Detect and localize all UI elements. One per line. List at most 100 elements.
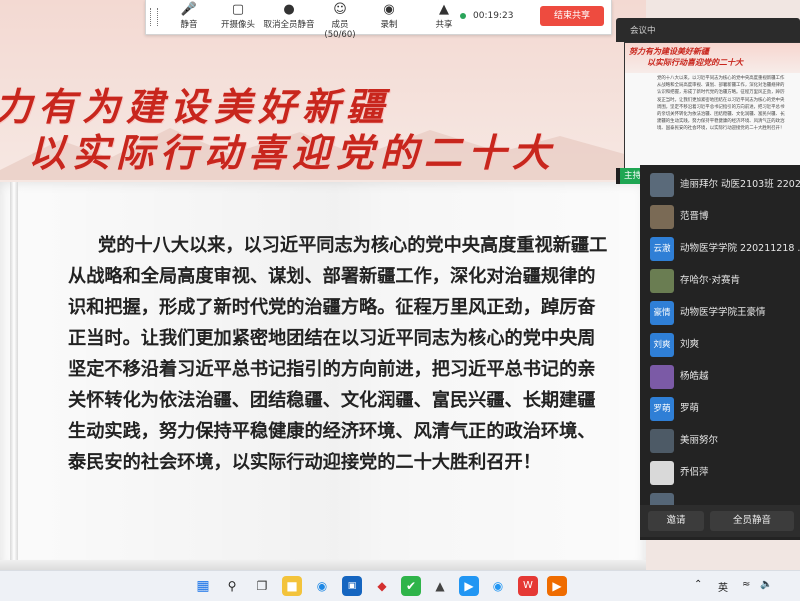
edge-browser-icon[interactable]: ◉	[312, 576, 332, 596]
wechat-icon[interactable]: ✔	[401, 576, 421, 596]
thumbnail-text: 党的十八大以来，以习近平同志为核心的党中央高度重视新疆工作， 从战略和全局高度审…	[657, 75, 785, 133]
banner-title-line2: 以实际行动喜迎党的二十大	[28, 130, 557, 175]
record-label: 录制	[380, 20, 398, 30]
slide-body-text: 党的十八大以来，以习近平同志为核心的党中央高度重视新疆工 从战略和全局高度审视、…	[68, 230, 646, 478]
camera-button[interactable]: ▢ 开摄像头	[218, 2, 258, 32]
participant-row[interactable]: 存哈尔·对赛肯	[640, 265, 800, 297]
shared-screen-thumbnail[interactable]: 努力有为建设美好新疆 以实际行动喜迎党的二十大 党的十八大以来，以习近平同志为核…	[624, 42, 800, 184]
participant-name: 刘爽	[680, 339, 700, 350]
participant-row[interactable]: 罗萌 罗萌	[640, 393, 800, 425]
avatar: 刘爽	[650, 333, 674, 357]
slide-banner: 力有为建设美好新疆 以实际行动喜迎党的二十大	[0, 62, 646, 182]
participant-row[interactable]: 杨皓越	[640, 361, 800, 393]
wps-icon[interactable]: W	[518, 576, 538, 596]
mute-all-button[interactable]: 全员静音	[710, 511, 794, 531]
shared-slide: 力有为建设美好新疆 以实际行动喜迎党的二十大 党的十八大以来，以习近平同志为核心…	[0, 0, 646, 570]
app-icon[interactable]: ◉	[488, 576, 508, 596]
avatar: 豪情	[650, 301, 674, 325]
participant-row[interactable]: 美丽努尔	[640, 425, 800, 457]
share-label: 共享	[435, 20, 453, 30]
invite-button[interactable]: 邀请	[648, 511, 704, 531]
camera-off-icon: ▢	[231, 2, 245, 17]
thumbnail-line: 发正当时。让我们更加紧密地团结在以习近平同志为核心的党中央	[657, 97, 785, 103]
end-share-button[interactable]: 结束共享	[540, 6, 604, 26]
participant-name: 美丽努尔	[680, 435, 719, 446]
record-icon: ◉	[383, 2, 395, 17]
page-edge	[0, 560, 646, 570]
participant-panel-footer: 邀请 全员静音	[640, 505, 800, 537]
participant-name: 存哈尔·对赛肯	[680, 275, 741, 286]
thumbnail-line: 的亲切关怀转化为依法治疆、团结稳疆、文化润疆、富民兴疆、长期	[657, 112, 785, 118]
body-line: 泰民安的社会环境，以实际行动迎接党的二十大胜利召开！	[68, 452, 541, 473]
microphone-icon: 🎤	[180, 2, 198, 17]
app-icon[interactable]: ▶	[459, 576, 479, 596]
participant-name: 迪丽拜尔 动医2103班 2202...	[680, 179, 800, 190]
participant-name: 罗萌	[680, 403, 700, 414]
panel-header: 会议中	[616, 18, 800, 42]
meeting-toolbar: 🎤 静音 ▢ 开摄像头 ● 取消全员静音 ☺ 成员(50/60) ◉ 录制 ▲ …	[145, 0, 612, 40]
thumbnail-line: 境、国泰民安的社会环境，以实际行动迎接党的二十大胜利召开！	[657, 126, 785, 132]
chevron-up-icon[interactable]: ⌃	[694, 579, 702, 590]
drag-handle[interactable]	[150, 8, 158, 26]
avatar	[650, 461, 674, 485]
avatar	[650, 429, 674, 453]
participant-name: 范晋博	[680, 211, 709, 222]
thumbnail-line: 认识和把握，形成了新时代党的治疆方略。征程万里风正劲，踔厉奋	[657, 90, 785, 96]
unmute-all-button[interactable]: ● 取消全员静音	[262, 2, 316, 32]
avatar	[650, 205, 674, 229]
avatar	[650, 173, 674, 197]
wifi-icon[interactable]: ≈	[742, 579, 750, 590]
avatar: 云澈	[650, 237, 674, 261]
participant-row[interactable]: 刘爽 刘爽	[640, 329, 800, 361]
unmute-all-label: 取消全员静音	[263, 20, 315, 30]
participant-row[interactable]: 迪丽拜尔 动医2103班 2202...	[640, 169, 800, 201]
record-button[interactable]: ◉ 录制	[374, 2, 404, 32]
thumbnail-line: 党的十八大以来，以习近平同志为核心的党中央高度重视新疆工作，	[657, 76, 785, 81]
thumbnail-title-line2: 以实际行动喜迎党的二十大	[647, 57, 743, 67]
participant-name: 乔侣萍	[680, 467, 709, 478]
body-line: 正当时。让我们更加紧密地团结在以习近平同志为核心的党中央周	[68, 328, 596, 349]
participant-name: 动物医学学院王豪情	[680, 307, 766, 318]
recording-status-dot	[460, 13, 466, 19]
participant-list: 迪丽拜尔 动医2103班 2202... 范晋博云澈 动物医学学院 22021121…	[640, 165, 800, 540]
mute-label: 静音	[180, 20, 198, 30]
windows-start-icon[interactable]: ▦	[193, 576, 213, 596]
task-view-icon[interactable]: ❐	[252, 576, 272, 596]
participant-row[interactable]: 范晋博	[640, 201, 800, 233]
share-button[interactable]: ▲ 共享	[429, 2, 459, 32]
media-icon[interactable]: ▶	[547, 576, 567, 596]
unmute-all-icon: ●	[283, 2, 295, 17]
file-explorer-icon[interactable]: ■	[282, 576, 302, 596]
search-icon[interactable]: ⚲	[222, 576, 242, 596]
camera-label: 开摄像头	[220, 20, 255, 30]
mute-button[interactable]: 🎤 静音	[174, 2, 204, 32]
members-icon: ☺	[333, 2, 347, 17]
meeting-timer: 00:19:23	[473, 11, 514, 21]
body-line: 生动实践，努力保持平稳健康的经济环境、风清气正的政治环境、	[68, 421, 596, 442]
thumbnail-title-line1: 努力有为建设美好新疆	[629, 46, 709, 56]
windows-taskbar: ▦ ⚲ ❐ ■ ◉ ▣ ◆ ✔ ▲ ▶ ◉ W ▶ ⌃ 英 ≈ 🔈	[0, 570, 800, 601]
avatar: 罗萌	[650, 397, 674, 421]
thumbnail-line: 从战略和全局高度审视、谋划、部署新疆工作，深化对治疆规律的	[657, 83, 785, 89]
participant-name: 杨皓越	[680, 371, 709, 382]
meeting-status: 会议中	[630, 26, 656, 36]
participant-row[interactable]: 云澈 动物医学学院 220211218 ...	[640, 233, 800, 265]
share-screen-icon: ▲	[439, 2, 449, 17]
members-button[interactable]: ☺ 成员(50/60)	[316, 2, 364, 40]
app-icon[interactable]: ▲	[430, 576, 450, 596]
thumbnail-line: 周围，坚定不移沿着习近平总书记指引的方向前进，把习近平总书记	[657, 104, 785, 110]
avatar	[650, 365, 674, 389]
participant-row[interactable]: 乔侣萍	[640, 457, 800, 489]
body-line: 从战略和全局高度审视、谋划、部署新疆工作，深化对治疆规律的	[68, 266, 596, 287]
volume-icon[interactable]: 🔈	[760, 579, 772, 590]
body-line: 关怀转化为依法治疆、团结稳疆、文化润疆、富民兴疆、长期建疆	[68, 390, 596, 411]
participant-row[interactable]: 豪情 动物医学学院王豪情	[640, 297, 800, 329]
body-line: 党的十八大以来，以习近平同志为核心的党中央高度重视新疆工	[98, 235, 608, 256]
ime-indicator[interactable]: 英	[718, 579, 728, 594]
store-icon[interactable]: ▣	[342, 576, 362, 596]
app-icon[interactable]: ◆	[372, 576, 392, 596]
thumbnail-line: 建疆的生动实践，努力保持平稳健康的经济环境、风清气正的政治环	[657, 119, 785, 125]
body-line: 识和把握，形成了新时代党的治疆方略。征程万里风正劲，踔厉奋	[68, 297, 596, 318]
participant-name: 动物医学学院 220211218 ...	[680, 243, 800, 254]
avatar	[650, 269, 674, 293]
